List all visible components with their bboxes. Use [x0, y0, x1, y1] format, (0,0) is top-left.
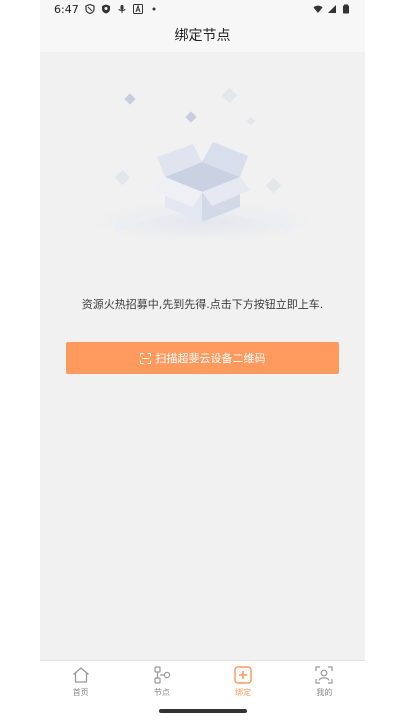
shield-icon [85, 4, 95, 14]
home-indicator[interactable] [159, 709, 247, 713]
status-time: 6:47 [54, 2, 79, 16]
tab-bind-label: 绑定 [235, 688, 252, 697]
left-margin [0, 0, 40, 720]
nodes-icon [154, 666, 171, 684]
empty-state-message: 资源火热招募中,先到先得.点击下方按钮立即上车. [81, 298, 324, 311]
page-title: 绑定节点 [174, 28, 231, 44]
signal-icon [328, 5, 336, 13]
empty-box-icon [92, 87, 312, 242]
app-screen: 6:47 绑定节点 资源火热招募中,先到先得.点击下方按钮立即上车. 扫描超斐云… [40, 0, 365, 720]
tab-bar: 首页 节点 绑定 我的 [40, 660, 365, 702]
tab-home[interactable]: 首页 [40, 661, 121, 702]
status-bar: 6:47 [40, 0, 365, 18]
scan-button-label: 扫描超斐云设备二维码 [155, 352, 266, 365]
scan-icon [139, 352, 151, 364]
profile-icon [315, 666, 333, 684]
dot-icon [152, 7, 156, 11]
add-box-icon [234, 666, 252, 684]
a-box-icon [132, 4, 143, 14]
tab-profile[interactable]: 我的 [284, 661, 365, 702]
tab-home-label: 首页 [72, 688, 89, 697]
right-margin [365, 0, 405, 720]
tab-nodes[interactable]: 节点 [121, 661, 202, 702]
security-badge-icon [101, 4, 110, 14]
mic-icon [118, 5, 126, 13]
scan-qr-button[interactable]: 扫描超斐云设备二维码 [66, 342, 339, 374]
main-content: 资源火热招募中,先到先得.点击下方按钮立即上车. 扫描超斐云设备二维码 [40, 52, 365, 660]
system-nav-bar [40, 702, 365, 720]
battery-icon [343, 4, 349, 14]
wifi-icon [313, 5, 323, 13]
header: 绑定节点 [40, 18, 365, 52]
tab-nodes-label: 节点 [153, 688, 170, 697]
tab-bind[interactable]: 绑定 [203, 661, 284, 702]
home-icon [72, 667, 89, 683]
tab-profile-label: 我的 [316, 688, 333, 697]
